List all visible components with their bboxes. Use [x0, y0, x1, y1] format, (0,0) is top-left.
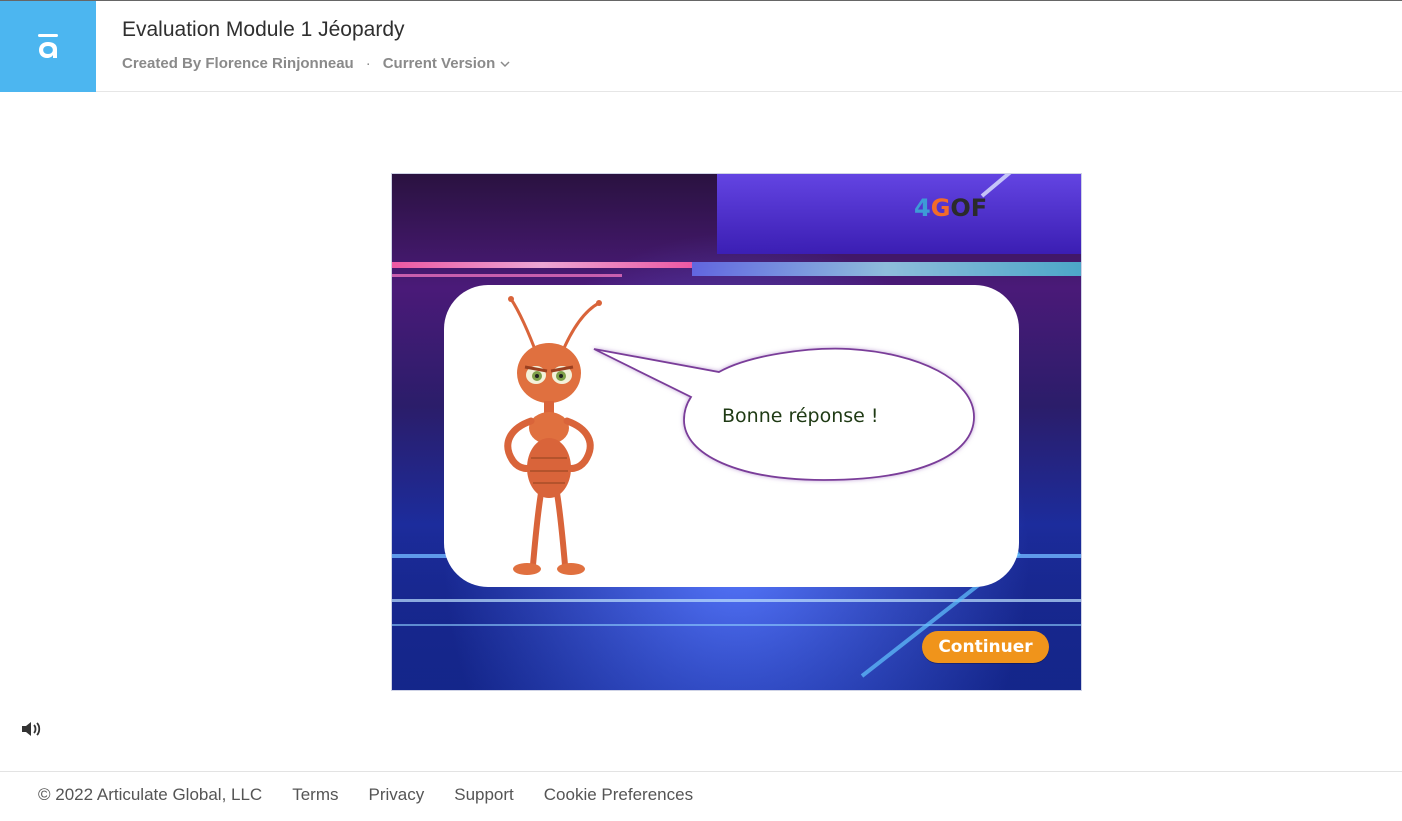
- version-label: Current Version: [382, 55, 496, 72]
- background-floor-line: [392, 599, 1081, 602]
- sound-toggle[interactable]: [20, 719, 44, 739]
- brand-logo-part: G: [930, 194, 951, 222]
- brand-logo-part: 4: [914, 194, 931, 222]
- chevron-down-icon: [500, 60, 510, 67]
- brand-logo: 4GOF: [914, 194, 987, 222]
- footer-link-support[interactable]: Support: [454, 785, 514, 805]
- copyright-text: © 2022 Articulate Global, LLC: [38, 785, 263, 804]
- background-floor-line: [392, 624, 1081, 626]
- brand-logo-part: OF: [950, 194, 988, 222]
- footer-divider: [0, 771, 1402, 772]
- created-by-text: Created By Florence Rinjonneau: [122, 55, 354, 72]
- feedback-message: Bonne réponse !: [722, 405, 879, 427]
- meta-separator: ·: [365, 55, 371, 72]
- footer-link-cookie-preferences[interactable]: Cookie Preferences: [544, 785, 693, 805]
- page-header: Evaluation Module 1 Jéopardy Created By …: [0, 1, 1402, 92]
- speaker-icon: [22, 722, 41, 736]
- footer-link-terms[interactable]: Terms: [292, 785, 338, 805]
- version-dropdown[interactable]: Current Version: [383, 55, 511, 72]
- page-footer: © 2022 Articulate Global, LLC Terms Priv…: [38, 785, 723, 805]
- page-title: Evaluation Module 1 Jéopardy: [122, 18, 405, 41]
- course-meta: Created By Florence Rinjonneau · Current…: [122, 55, 510, 72]
- articulate-a-icon: [38, 33, 58, 58]
- background-light-streak: [692, 262, 1081, 276]
- background-light-streak: [392, 262, 692, 268]
- footer-link-privacy[interactable]: Privacy: [369, 785, 425, 805]
- articulate-logo[interactable]: [0, 1, 96, 92]
- background-panel: [717, 174, 1081, 254]
- feedback-card: Bonne réponse !: [444, 285, 1019, 587]
- course-player-stage: 4GOF Bonne réponse ! Continuer: [391, 173, 1082, 691]
- continue-button[interactable]: Continuer: [922, 631, 1049, 663]
- background-light-streak: [392, 274, 622, 277]
